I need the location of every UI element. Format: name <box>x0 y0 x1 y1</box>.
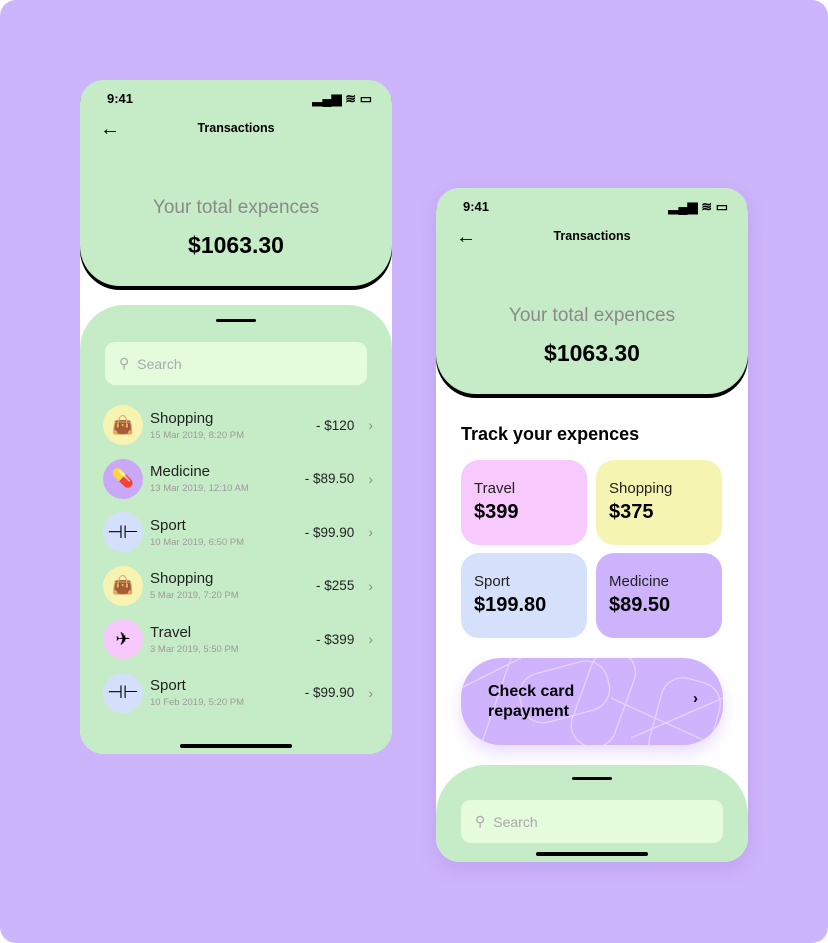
category-name: Medicine <box>609 573 670 590</box>
transactions-sheet: ⚲ Search 👜 Shopping 15 Mar 2019, 8:20 PM … <box>80 305 392 754</box>
transaction-amount: - $89.50 <box>304 471 355 486</box>
page-title: Transactions <box>197 121 275 135</box>
header: 9:41 ▂▄▆ ≋ ▭ ← Transactions Your total ex… <box>436 188 748 394</box>
chevron-right-icon: › <box>368 470 373 487</box>
status-icons: ▂▄▆ ≋ ▭ <box>312 91 372 106</box>
transaction-amount: - $120 <box>316 417 355 433</box>
transaction-date: 10 Feb 2019, 5:20 PM <box>150 697 245 708</box>
search-placeholder: Search <box>137 355 182 372</box>
category-name: Sport <box>474 573 510 590</box>
transaction-name: Sport <box>150 516 186 534</box>
transaction-date: 13 Mar 2019, 12:10 AM <box>150 483 249 494</box>
transaction-row[interactable]: 👜 Shopping 15 Mar 2019, 8:20 PM - $120 › <box>103 403 373 447</box>
transaction-date: 10 Mar 2019, 6:50 PM <box>150 536 244 548</box>
transaction-date: 5 Mar 2019, 7:20 PM <box>150 590 239 601</box>
transaction-name: Shopping <box>150 409 214 427</box>
category-card-medicine[interactable]: Medicine $89.50 <box>596 553 722 638</box>
search-icon: ⚲ <box>475 813 486 829</box>
header: 9:41 ▂▄▆ ≋ ▭ ← Transactions Your total ex… <box>80 80 392 286</box>
chevron-right-icon: › <box>368 684 373 701</box>
dumbbell-icon: ⊣⊢ <box>103 512 143 552</box>
transaction-name: Medicine <box>150 463 211 480</box>
dumbbell-icon: ⊣⊢ <box>103 672 143 713</box>
transaction-amount: - $99.90 <box>304 524 355 540</box>
transaction-date: 3 Mar 2019, 5:50 PM <box>150 643 239 655</box>
search-icon: ⚲ <box>119 355 130 371</box>
total-amount: $1063.30 <box>188 232 284 258</box>
category-name: Travel <box>474 480 516 497</box>
transaction-amount: - $399 <box>316 631 355 647</box>
card-label: Check card repayment <box>488 683 575 720</box>
sheet-handle[interactable] <box>216 319 256 322</box>
transaction-row[interactable]: 👜 Shopping 5 Mar 2019, 7:20 PM - $255 › <box>103 564 373 608</box>
search-input[interactable]: ⚲ Search <box>461 800 723 843</box>
page-title: Transactions <box>553 229 631 243</box>
total-label: Your total expences <box>152 197 320 218</box>
chevron-right-icon: › <box>368 524 373 540</box>
total-label: Your total expences <box>508 305 676 326</box>
transaction-name: Shopping <box>150 570 214 587</box>
transaction-amount: - $99.90 <box>304 685 355 700</box>
transactions-screen: 9:41 ▂▄▆ ≋ ▭ ← Transactions Your total ex… <box>80 80 392 754</box>
category-value: $375 <box>609 501 654 523</box>
airplane-icon: ✈ <box>103 619 143 659</box>
status-time: 9:41 <box>463 199 490 214</box>
category-card-travel[interactable]: Travel $399 <box>461 460 587 545</box>
category-value: $89.50 <box>609 594 671 616</box>
track-title: Track your expences <box>461 424 640 444</box>
transaction-name: Sport <box>150 677 186 694</box>
transaction-row[interactable]: ⊣⊢ Sport 10 Mar 2019, 6:50 PM - $99.90 › <box>103 510 373 554</box>
search-input[interactable]: ⚲ Search <box>105 342 367 385</box>
transaction-row[interactable]: ✈ Travel 3 Mar 2019, 5:50 PM - $399 › <box>103 617 373 661</box>
shopping-bag-icon: 👜 <box>103 405 143 445</box>
chevron-right-icon: › <box>693 690 698 707</box>
home-indicator <box>536 852 648 856</box>
transaction-date: 15 Mar 2019, 8:20 PM <box>150 429 244 441</box>
total-amount: $1063.30 <box>544 340 640 366</box>
status-bar: 9:41 ▂▄▆ ≋ ▭ <box>463 199 728 215</box>
status-bar: 9:41 ▂▄▆ ≋ ▭ <box>107 91 372 107</box>
chevron-right-icon: › <box>368 631 373 647</box>
home-indicator <box>180 744 292 748</box>
transaction-amount: - $255 <box>316 578 355 593</box>
shopping-bag-icon: 👜 <box>103 565 143 606</box>
search-placeholder: Search <box>493 813 538 830</box>
category-value: $399 <box>474 501 519 523</box>
transaction-name: Travel <box>150 623 192 641</box>
category-value: $199.80 <box>474 594 547 616</box>
pill-icon: 💊 <box>103 458 143 499</box>
category-card-sport[interactable]: Sport $199.80 <box>461 553 587 638</box>
overview-screen: 9:41 ▂▄▆ ≋ ▭ ← Transactions Your total ex… <box>436 188 748 862</box>
status-time: 9:41 <box>107 91 134 106</box>
transaction-row[interactable]: 💊 Medicine 13 Mar 2019, 12:10 AM - $89.5… <box>103 457 373 501</box>
status-icons: ▂▄▆ ≋ ▭ <box>668 199 728 214</box>
chevron-right-icon: › <box>368 417 373 433</box>
category-card-shopping[interactable]: Shopping $375 <box>596 460 722 545</box>
transactions-sheet: ⚲ Search <box>436 765 748 862</box>
transaction-row[interactable]: ⊣⊢ Sport 10 Feb 2019, 5:20 PM - $99.90 › <box>103 671 373 715</box>
chevron-right-icon: › <box>368 577 373 594</box>
category-name: Shopping <box>609 480 673 497</box>
sheet-handle[interactable] <box>572 777 612 780</box>
check-card-repayment-button[interactable]: Check card repayment › <box>461 658 723 745</box>
